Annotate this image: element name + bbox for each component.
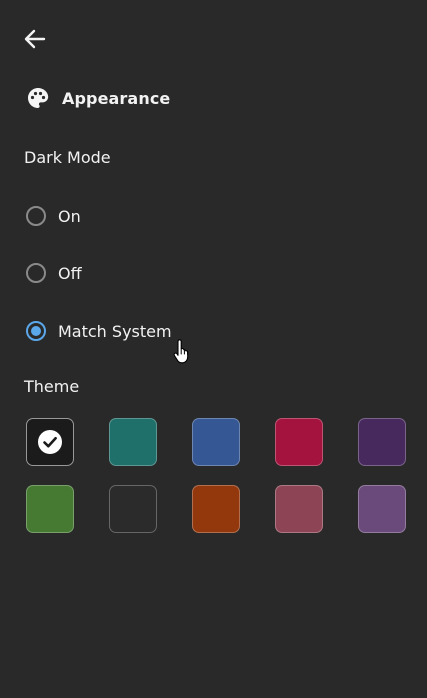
theme-swatch-rose[interactable]	[275, 485, 323, 533]
theme-label: Theme	[24, 377, 80, 396]
dark-mode-label: Dark Mode	[24, 148, 111, 167]
radio-button-selected[interactable]	[26, 321, 46, 341]
radio-label: Off	[58, 263, 82, 283]
radio-label: Match System	[58, 321, 172, 341]
theme-swatch-teal[interactable]	[109, 418, 157, 466]
dark-mode-option-match-system[interactable]: Match System	[26, 321, 172, 341]
theme-swatch-grid	[26, 418, 406, 533]
theme-swatch-green[interactable]	[26, 485, 74, 533]
back-button[interactable]	[24, 26, 52, 52]
theme-swatch-crimson[interactable]	[275, 418, 323, 466]
dark-mode-option-on[interactable]: On	[26, 206, 81, 226]
hand-pointer-cursor-icon	[173, 339, 189, 364]
radio-button[interactable]	[26, 206, 46, 226]
check-circle-icon	[38, 430, 62, 454]
palette-icon	[28, 88, 49, 108]
theme-swatch-mauve[interactable]	[358, 485, 406, 533]
theme-swatch-black[interactable]	[26, 418, 74, 466]
theme-swatch-blue[interactable]	[192, 418, 240, 466]
theme-swatch-purple[interactable]	[358, 418, 406, 466]
section-title: Appearance	[62, 88, 171, 108]
dark-mode-option-off[interactable]: Off	[26, 263, 82, 283]
arrow-left-icon	[24, 29, 46, 49]
radio-button[interactable]	[26, 263, 46, 283]
appearance-header: Appearance	[26, 86, 170, 110]
theme-swatch-orange[interactable]	[192, 485, 240, 533]
radio-label: On	[58, 206, 81, 226]
theme-swatch-dark-gray[interactable]	[109, 485, 157, 533]
